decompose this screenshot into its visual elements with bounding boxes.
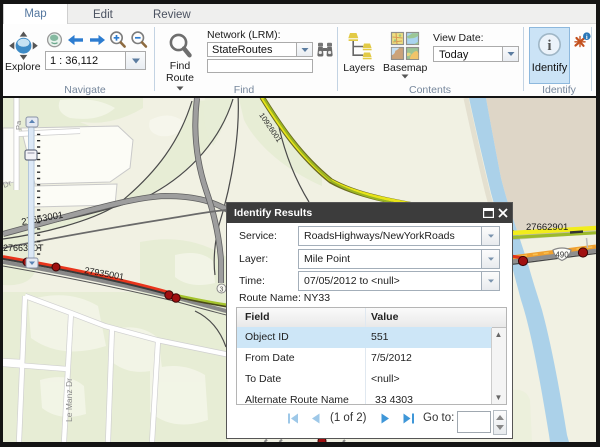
- svg-text:i: i: [586, 34, 588, 41]
- svg-text:3: 3: [220, 287, 224, 294]
- svg-text:Le Manz Dr: Le Manz Dr: [64, 378, 74, 422]
- svg-text:i: i: [547, 38, 551, 54]
- svg-text:Pa: Pa: [14, 120, 23, 130]
- svg-text:27662901: 27662901: [526, 222, 568, 233]
- svg-text:490: 490: [555, 251, 569, 260]
